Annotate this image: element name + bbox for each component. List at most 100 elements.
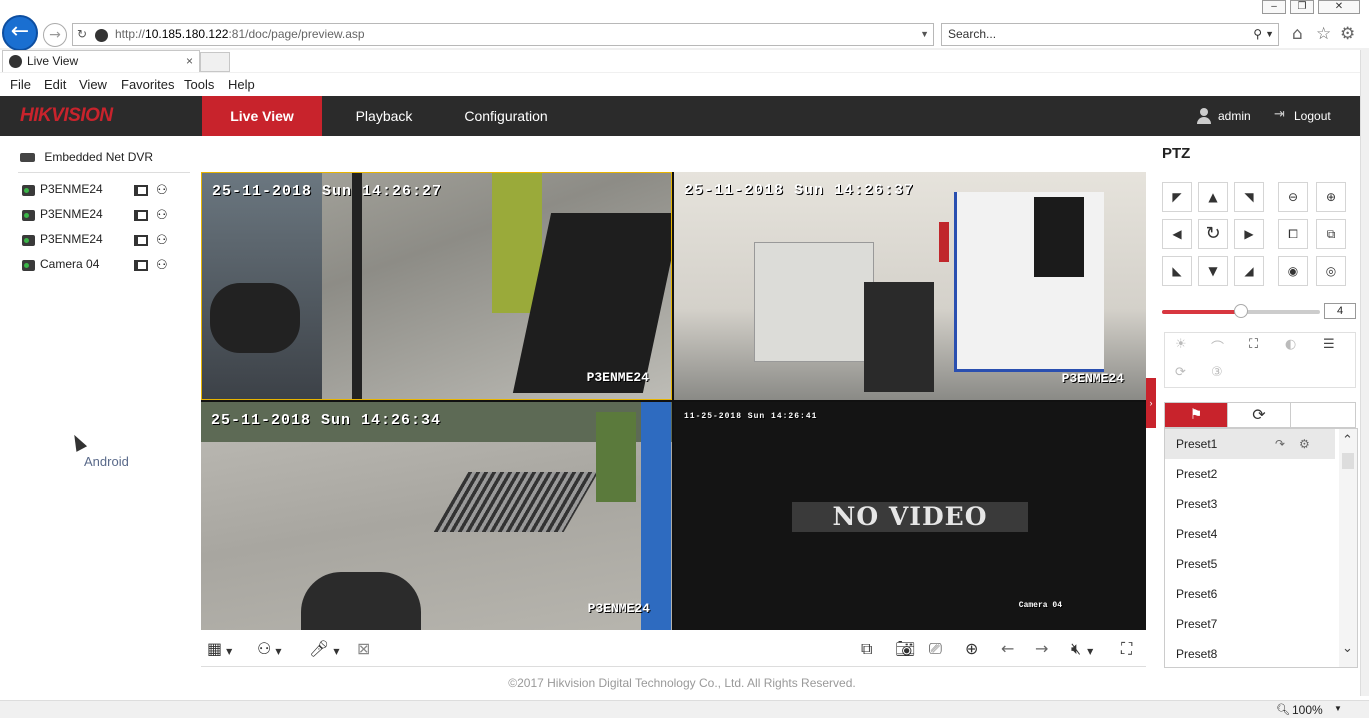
preset-item[interactable]: Preset6: [1165, 579, 1335, 609]
start-preview-icon[interactable]: [134, 185, 148, 196]
scroll-up-icon[interactable]: ⌃: [1342, 433, 1353, 448]
all-preview-icon[interactable]: ⊠: [357, 639, 370, 658]
previous-page-icon[interactable]: ←: [1001, 639, 1014, 658]
dvr-root[interactable]: Embedded Net DVR: [20, 150, 153, 164]
stream-type-icon[interactable]: ⚇ ▼: [257, 639, 282, 658]
video-tile-1[interactable]: 25-11-2018 Sun 14:26:27 P3ENME24: [201, 172, 672, 400]
preset-item[interactable]: Preset3: [1165, 489, 1335, 519]
new-tab-button[interactable]: [200, 52, 230, 72]
ptz-down-left-button[interactable]: ◣: [1162, 256, 1192, 286]
scroll-down-icon[interactable]: ⌄: [1342, 641, 1353, 656]
aux-focus-icon[interactable]: ⟳: [1175, 365, 1186, 380]
preset-scrollbar[interactable]: ⌃ ⌄: [1339, 429, 1357, 667]
zoom-in-button[interactable]: ⊕: [1316, 182, 1346, 212]
preset-item[interactable]: Preset7: [1165, 609, 1335, 639]
window-layout-icon[interactable]: ▦ ▼: [207, 639, 232, 658]
zoom-in-icon[interactable]: ⊕: [965, 639, 978, 658]
lens-init-icon[interactable]: ◐: [1285, 337, 1296, 352]
call-preset-icon[interactable]: ↷: [1275, 429, 1285, 459]
ptz-up-right-button[interactable]: ◥: [1234, 182, 1264, 212]
stream-type-icon[interactable]: ⚇: [156, 233, 168, 248]
menu-edit[interactable]: Edit: [44, 77, 66, 92]
ptz-right-button[interactable]: ▶: [1234, 219, 1264, 249]
close-window-button[interactable]: ✕: [1318, 0, 1360, 14]
video-tile-3[interactable]: 25-11-2018 Sun 14:26:34 P3ENME24: [201, 402, 672, 630]
ptz-down-right-button[interactable]: ◢: [1234, 256, 1264, 286]
preset-item[interactable]: Preset2: [1165, 459, 1335, 489]
ptz-up-button[interactable]: ▲: [1198, 182, 1228, 212]
video-tile-4[interactable]: 11-25-2018 Sun 14:26:41 NO VIDEO Camera …: [674, 402, 1146, 630]
audio-off-icon[interactable]: 🔇︎ ▼: [1071, 639, 1093, 659]
logout-icon[interactable]: ⇥: [1274, 107, 1285, 122]
logout-link[interactable]: Logout: [1294, 109, 1331, 123]
start-preview-icon[interactable]: [134, 260, 148, 271]
preset-item[interactable]: Preset5: [1165, 549, 1335, 579]
tab-configuration[interactable]: Configuration: [446, 96, 566, 136]
focus-far-button[interactable]: ⧉: [1316, 219, 1346, 249]
zoom-out-button[interactable]: ⊖: [1278, 182, 1308, 212]
light-icon[interactable]: ☀: [1175, 337, 1187, 352]
collapse-ptz-button[interactable]: ›: [1146, 378, 1156, 428]
wiper-icon[interactable]: ⌒: [1211, 337, 1224, 356]
camera-item[interactable]: P3ENME24 ⚇: [22, 182, 182, 200]
back-button[interactable]: ←: [2, 15, 38, 51]
stream-type-icon[interactable]: ⚇: [156, 258, 168, 273]
tab-close-icon[interactable]: ×: [186, 51, 193, 71]
browser-tab[interactable]: Live View ×: [2, 50, 200, 72]
start-preview-icon[interactable]: [134, 235, 148, 246]
3d-positioning-icon[interactable]: ③: [1211, 365, 1223, 380]
url-bar[interactable]: ↻ http://10.185.180.122:81/doc/page/prev…: [72, 23, 934, 46]
camera-item[interactable]: P3ENME24 ⚇: [22, 232, 182, 250]
forward-button[interactable]: →: [43, 23, 67, 47]
menu-icon[interactable]: ☰: [1323, 337, 1335, 352]
microphone-icon[interactable]: 🎤︎ ▼: [309, 639, 339, 658]
iris-close-button[interactable]: ◎: [1316, 256, 1346, 286]
auto-focus-icon[interactable]: ⛶: [1249, 337, 1258, 352]
zoom-level[interactable]: 100%: [1292, 703, 1323, 717]
menu-help[interactable]: Help: [228, 77, 255, 92]
gear-icon[interactable]: ⚙: [1340, 24, 1355, 44]
start-preview-icon[interactable]: [134, 210, 148, 221]
page-scrollbar[interactable]: [1360, 50, 1369, 696]
ptz-auto-button[interactable]: ↻: [1198, 219, 1228, 249]
video-tile-2[interactable]: 25-11-2018 Sun 14:26:37 P3ENME24: [674, 172, 1146, 400]
ptz-up-left-button[interactable]: ◤: [1162, 182, 1192, 212]
camera-item[interactable]: Camera 04 ⚇: [22, 257, 182, 275]
set-preset-gear-icon[interactable]: ⚙: [1299, 429, 1310, 459]
iris-open-button[interactable]: ◉: [1278, 256, 1308, 286]
next-page-icon[interactable]: →: [1035, 639, 1048, 658]
preset-item[interactable]: Preset1 ↷ ⚙: [1165, 429, 1335, 459]
scroll-thumb[interactable]: [1342, 453, 1354, 469]
search-icon[interactable]: ⚲: [1253, 24, 1262, 45]
record-icon[interactable]: ⎚: [929, 639, 942, 659]
tab-live-view[interactable]: Live View: [202, 96, 322, 136]
zoom-dropdown-icon[interactable]: ▼: [1334, 704, 1342, 713]
speed-slider-knob[interactable]: [1234, 304, 1248, 318]
menu-file[interactable]: File: [10, 77, 31, 92]
zoom-icon[interactable]: 🔍︎: [1276, 703, 1290, 716]
minimize-button[interactable]: –: [1262, 0, 1286, 14]
menu-favorites[interactable]: Favorites: [121, 77, 174, 92]
home-icon[interactable]: ⌂: [1292, 24, 1303, 44]
maximize-button[interactable]: ❐: [1290, 0, 1314, 14]
refresh-icon[interactable]: ↻: [77, 24, 87, 45]
capture-icon[interactable]: 📷︎: [895, 639, 915, 658]
stream-type-icon[interactable]: ⚇: [156, 208, 168, 223]
stop-all-preview-icon[interactable]: ⧉: [861, 639, 872, 659]
search-input[interactable]: Search... ⚲ ▼: [941, 23, 1279, 46]
preset-item[interactable]: Preset8: [1165, 639, 1335, 667]
menu-view[interactable]: View: [79, 77, 107, 92]
preset-tab-flag-icon[interactable]: ⚑: [1165, 403, 1227, 427]
focus-near-button[interactable]: ⧠: [1278, 219, 1308, 249]
stream-type-icon[interactable]: ⚇: [156, 183, 168, 198]
menu-tools[interactable]: Tools: [184, 77, 214, 92]
preset-item[interactable]: Preset4: [1165, 519, 1335, 549]
url-dropdown-icon[interactable]: ▼: [920, 24, 929, 45]
speed-slider[interactable]: [1162, 304, 1320, 318]
camera-item[interactable]: P3ENME24 ⚇: [22, 207, 182, 225]
ptz-down-button[interactable]: ▼: [1198, 256, 1228, 286]
fullscreen-icon[interactable]: ⛶: [1121, 639, 1132, 659]
favorites-star-icon[interactable]: ☆: [1316, 24, 1331, 44]
patrol-tab-icon[interactable]: ⟳: [1227, 403, 1291, 427]
ptz-left-button[interactable]: ◀: [1162, 219, 1192, 249]
